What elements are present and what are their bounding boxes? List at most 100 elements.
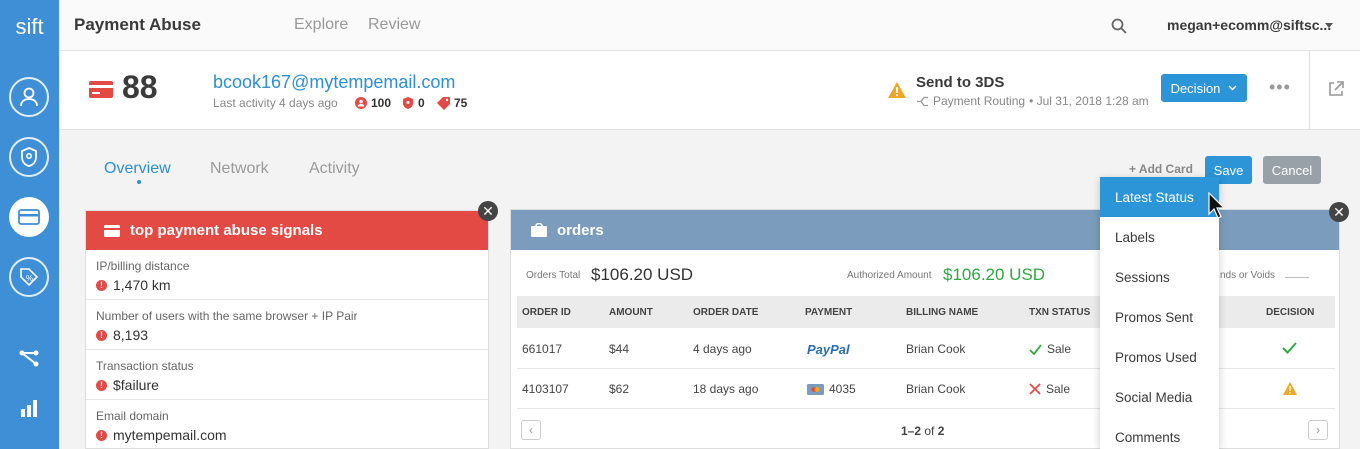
more-options-icon[interactable]: ••• bbox=[1269, 77, 1291, 98]
check-icon bbox=[1282, 342, 1297, 354]
dropdown-item-labels[interactable]: Labels bbox=[1100, 217, 1219, 257]
sidebar-promo-abuse-button[interactable]: % bbox=[9, 257, 49, 297]
credit-card-icon bbox=[89, 81, 113, 98]
sidebar-user-button[interactable] bbox=[9, 77, 49, 117]
nav-review[interactable]: Review bbox=[368, 16, 420, 34]
users-count: 100 bbox=[371, 96, 392, 110]
mouse-cursor-icon bbox=[1208, 192, 1226, 219]
add-card-button[interactable]: + Add Card bbox=[1129, 162, 1193, 176]
credit-card-icon bbox=[18, 209, 40, 225]
column-header: DECISION bbox=[1266, 307, 1315, 318]
dropdown-item-sessions[interactable]: Sessions bbox=[1100, 257, 1219, 297]
nav-explore[interactable]: Explore bbox=[294, 16, 348, 34]
search-icon[interactable] bbox=[1111, 18, 1127, 34]
alert-icon: ! bbox=[96, 429, 107, 441]
signals-card: top payment abuse signals IP/billing dis… bbox=[85, 210, 489, 449]
billing-name: Brian Cook bbox=[906, 342, 966, 356]
dropdown-item-comments[interactable]: Comments bbox=[1100, 417, 1219, 449]
sidebar: sift % bbox=[0, 0, 59, 449]
cancel-button[interactable]: Cancel bbox=[1263, 156, 1321, 184]
tab-network[interactable]: Network bbox=[210, 160, 269, 178]
user-menu[interactable]: megan+ecomm@siftsc... bbox=[1167, 17, 1331, 33]
close-signals-card-icon[interactable]: ✕ bbox=[478, 201, 498, 221]
signal-label: Email domain bbox=[96, 409, 169, 423]
signals-card-header: top payment abuse signals bbox=[86, 211, 488, 250]
signal-value: 1,470 km bbox=[113, 277, 171, 293]
active-tab-indicator bbox=[137, 180, 141, 184]
svg-text:%: % bbox=[26, 274, 33, 283]
dropdown-item-promos-used[interactable]: Promos Used bbox=[1100, 337, 1219, 377]
promos-stat: 75 bbox=[437, 96, 467, 110]
signal-value: mytempemail.com bbox=[113, 427, 227, 443]
external-link-icon[interactable] bbox=[1328, 81, 1344, 97]
routing-label: Payment Routing bbox=[933, 94, 1026, 108]
divider bbox=[1309, 51, 1310, 130]
column-header: PAYMENT bbox=[805, 307, 853, 318]
column-header: ORDER ID bbox=[522, 307, 571, 318]
check-icon bbox=[1029, 343, 1042, 355]
latest-action: Send to 3DS bbox=[916, 74, 1005, 91]
pager-range: 1–2 bbox=[901, 424, 922, 438]
pager-total: 2 bbox=[937, 424, 945, 438]
workflow-icon[interactable] bbox=[18, 347, 40, 369]
sidebar-account-defense-button[interactable] bbox=[9, 137, 49, 177]
pager-next-button[interactable]: › bbox=[1308, 420, 1328, 440]
users-stat: 100 bbox=[355, 96, 391, 110]
dropdown-item-latest-status[interactable]: Latest Status bbox=[1100, 177, 1219, 217]
signal-label: Number of users with the same browser + … bbox=[96, 309, 358, 323]
card-payment: 4035 bbox=[807, 382, 856, 396]
decision-label: Decision bbox=[1170, 80, 1221, 96]
order-id: 4103107 bbox=[522, 382, 569, 396]
signal-value: 8,193 bbox=[113, 327, 149, 343]
authorized-amount-value: $106.20 USD bbox=[943, 265, 1046, 284]
top-bar: Payment Abuse Explore Review megan+ecomm… bbox=[59, 0, 1360, 51]
sidebar-payment-abuse-button[interactable] bbox=[9, 197, 49, 237]
tab-activity[interactable]: Activity bbox=[309, 160, 360, 178]
column-header: BILLING NAME bbox=[906, 307, 979, 318]
pager-prev-button[interactable]: ‹ bbox=[521, 420, 541, 440]
alert-icon: ! bbox=[96, 329, 107, 341]
shield-icon bbox=[403, 97, 413, 109]
chevron-down-icon[interactable] bbox=[1325, 23, 1333, 28]
alert-icon: ! bbox=[96, 279, 107, 291]
billing-name: Brian Cook bbox=[906, 382, 966, 396]
close-orders-card-icon[interactable]: ✕ bbox=[1329, 202, 1349, 222]
refunds-voids-dash bbox=[1285, 277, 1309, 278]
order-amount: $62 bbox=[609, 382, 630, 396]
credit-card-icon bbox=[104, 224, 120, 237]
routing-info: Payment Routing • Jul 31, 2018 1:28 am bbox=[916, 94, 1149, 108]
x-icon bbox=[1029, 383, 1041, 395]
pager-of: of bbox=[924, 424, 935, 438]
alert-icon: ! bbox=[96, 379, 107, 391]
orders-total-label: Orders Total bbox=[526, 270, 581, 281]
signals-title: top payment abuse signals bbox=[130, 222, 323, 239]
column-header: ORDER DATE bbox=[693, 307, 759, 318]
tag-percent-icon: % bbox=[20, 268, 39, 287]
user-email[interactable]: bcook167@mytempemail.com bbox=[213, 72, 455, 93]
tab-overview[interactable]: Overview bbox=[104, 160, 171, 178]
risk-score: 88 bbox=[122, 69, 158, 105]
shopping-bag-icon bbox=[531, 223, 547, 237]
order-id: 661017 bbox=[522, 342, 563, 356]
signal-row: Number of users with the same browser + … bbox=[86, 300, 488, 350]
add-card-dropdown: Latest Status Labels Sessions Promos Sen… bbox=[1100, 177, 1219, 449]
signal-value: $failure bbox=[113, 377, 159, 393]
orders-total-value: $106.20 USD bbox=[591, 265, 694, 284]
signal-row: IP/billing distance ! 1,470 km bbox=[86, 250, 488, 300]
routing-time: • Jul 31, 2018 1:28 am bbox=[1029, 94, 1149, 108]
routing-icon bbox=[917, 96, 928, 106]
shield-icon bbox=[21, 147, 37, 167]
txn-status: Sale bbox=[1029, 382, 1070, 396]
entity-header: 88 bcook167@mytempemail.com Last activit… bbox=[59, 51, 1360, 130]
chevron-down-icon bbox=[1228, 85, 1237, 91]
last-activity: Last activity 4 days ago bbox=[213, 96, 338, 110]
dropdown-item-social-media[interactable]: Social Media bbox=[1100, 377, 1219, 417]
decision-button[interactable]: Decision bbox=[1161, 74, 1247, 102]
signal-label: IP/billing distance bbox=[96, 259, 190, 273]
paypal-logo: PayPal bbox=[807, 342, 850, 357]
pager-info: 1–2 of 2 bbox=[901, 424, 944, 438]
dropdown-item-promos-sent[interactable]: Promos Sent bbox=[1100, 297, 1219, 337]
order-date: 4 days ago bbox=[693, 342, 752, 356]
txn-status-label: Sale bbox=[1047, 342, 1072, 356]
analytics-icon[interactable] bbox=[18, 397, 40, 419]
